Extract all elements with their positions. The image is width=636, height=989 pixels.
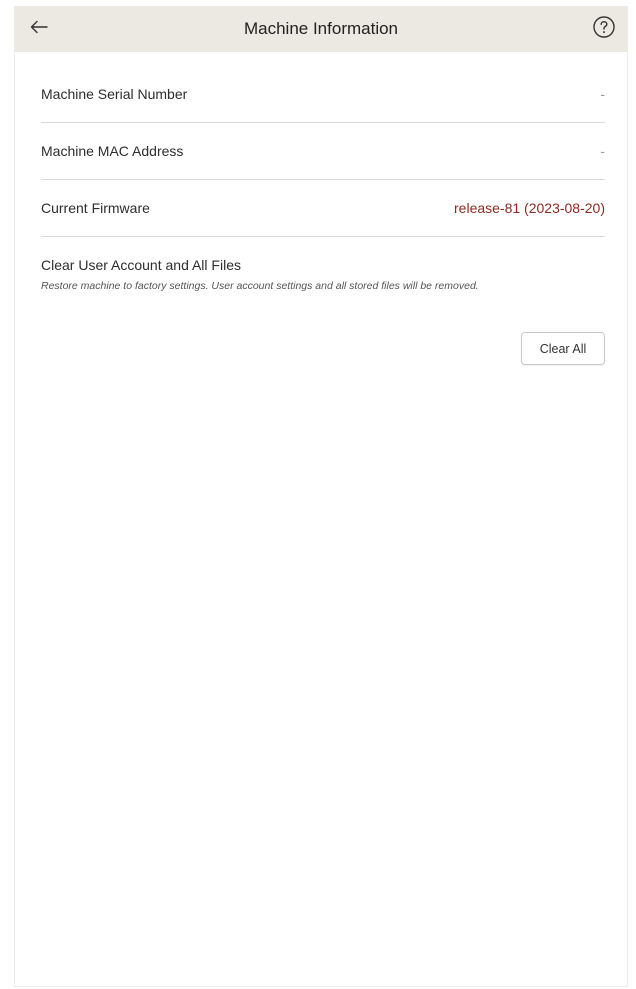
serial-number-label: Machine Serial Number — [41, 86, 188, 102]
mac-address-label: Machine MAC Address — [41, 143, 184, 159]
mac-address-value: - — [600, 143, 605, 159]
machine-information-screen: Machine Information Machine Serial Numbe… — [14, 6, 628, 987]
clear-all-button[interactable]: Clear All — [521, 332, 605, 365]
clear-account-section: Clear User Account and All Files Restore… — [41, 256, 605, 365]
mac-address-row: Machine MAC Address - — [41, 123, 605, 180]
firmware-row: Current Firmware release-81 (2023-08-20) — [41, 180, 605, 237]
clear-section-description: Restore machine to factory settings. Use… — [41, 280, 479, 292]
firmware-value: release-81 (2023-08-20) — [454, 200, 605, 216]
header-bar: Machine Information — [15, 6, 627, 52]
firmware-label: Current Firmware — [41, 200, 150, 216]
help-button[interactable] — [591, 15, 617, 44]
clear-section-title: Clear User Account and All Files — [41, 257, 241, 273]
serial-number-value: - — [600, 86, 605, 102]
serial-number-row: Machine Serial Number - — [41, 66, 605, 123]
page-title: Machine Information — [243, 19, 399, 38]
question-circle-icon — [592, 15, 616, 44]
